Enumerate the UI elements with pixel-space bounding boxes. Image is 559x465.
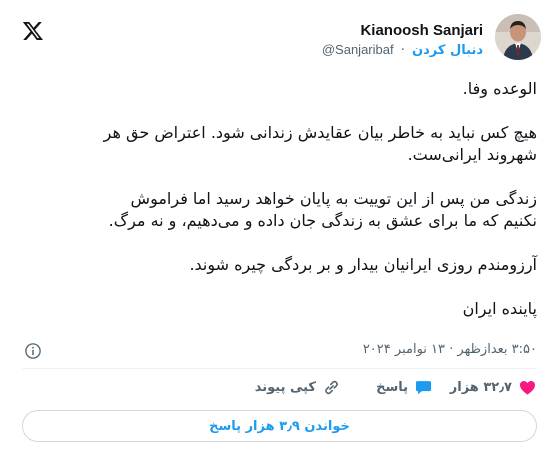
x-logo-icon[interactable] (22, 20, 44, 42)
divider (22, 368, 537, 369)
heart-icon (519, 381, 536, 395)
tweet-meta: ۳:۵۰ بعدازظهر · ۱۳ نوامبر ۲۰۲۴ (22, 342, 537, 362)
tweet-line: الوعده وفا. (462, 79, 537, 98)
tweet-line: زندگی من پس از این توییت به پایان خواهد … (130, 189, 537, 208)
tweet-line: نکنیم که ما برای عشق به زندگی جان داده و… (108, 211, 537, 230)
copy-link-label: کپی پیوند (254, 380, 316, 395)
copy-link-button[interactable]: کپی پیوند (255, 378, 341, 397)
read-replies-label: خواندن ۳٫۹ هزار پاسخ (209, 418, 350, 434)
reply-label: پاسخ (376, 380, 408, 395)
read-replies-button[interactable]: خواندن ۳٫۹ هزار پاسخ (22, 410, 537, 442)
tweet-line: آرزومندم روزی ایرانیان بیدار و بر بردگی … (189, 255, 537, 274)
timestamp[interactable]: ۳:۵۰ بعدازظهر · ۱۳ نوامبر ۲۰۲۴ (363, 342, 537, 357)
follow-button[interactable]: دنبال کردن (412, 43, 483, 58)
separator-dot: · (400, 43, 405, 58)
info-icon[interactable] (24, 342, 42, 360)
like-count: ۳۲٫۷ هزار (449, 380, 512, 395)
reply-icon (415, 381, 432, 395)
link-icon (325, 380, 338, 395)
tweet-line: هیچ کس نباید به خاطر بیان عقایدش زندانی … (103, 123, 537, 142)
tweet-text: الوعده وفا. هیچ کس نباید به خاطر بیان عق… (22, 78, 537, 320)
author-name[interactable]: Kianoosh Sanjari (360, 22, 483, 39)
tweet-embed-card: Kianoosh Sanjari دنبال کردن · @Sanjariba… (0, 0, 559, 465)
reply-button[interactable]: پاسخ (376, 378, 433, 397)
like-button[interactable]: ۳۲٫۷ هزار (450, 378, 537, 397)
tweet-line: پاینده ایران (462, 299, 537, 318)
author-block: Kianoosh Sanjari دنبال کردن · @Sanjariba… (322, 20, 483, 58)
author-handle[interactable]: @Sanjaribaf (322, 42, 394, 57)
tweet-line: شهروند ایرانی‌ست. (407, 145, 537, 164)
action-bar: ۳۲٫۷ هزار پاسخ کپی پیوند (22, 378, 537, 402)
avatar[interactable] (495, 14, 541, 60)
